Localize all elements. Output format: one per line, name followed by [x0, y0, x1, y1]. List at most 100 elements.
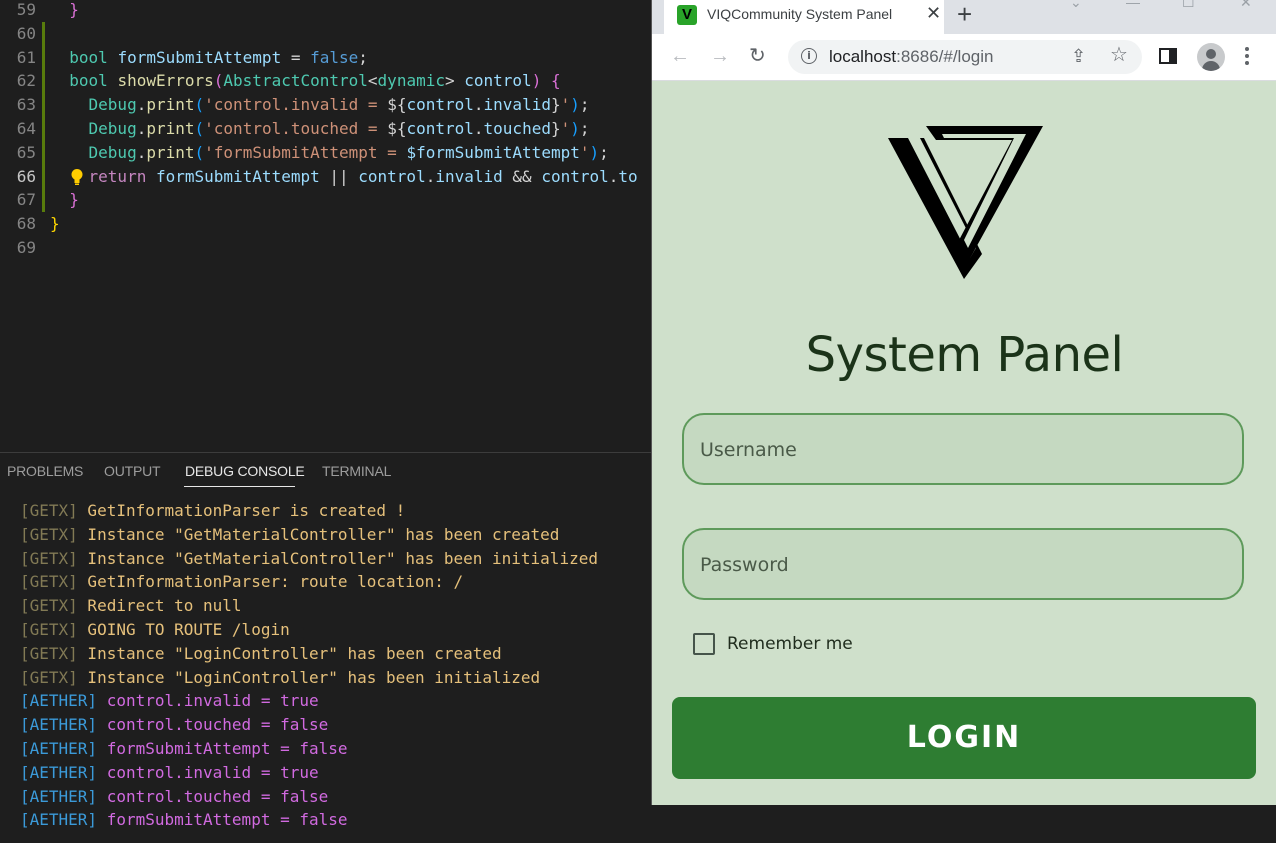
code-text: return formSubmitAttempt || control.inva… — [50, 165, 638, 189]
console-line: [GETX] GetInformationParser is created ! — [20, 499, 405, 523]
code-line[interactable]: 68} — [0, 212, 652, 236]
code-line[interactable]: 66 return formSubmitAttempt || control.i… — [0, 164, 652, 189]
share-icon[interactable]: ⇪ — [1071, 46, 1086, 66]
git-change-marker — [42, 45, 45, 70]
code-line[interactable]: 61 bool formSubmitAttempt = false; — [0, 45, 652, 70]
code-token: print — [146, 119, 195, 138]
remember-me-label[interactable]: Remember me — [727, 634, 853, 654]
log-message: Instance "LoginController" has been crea… — [77, 643, 502, 663]
menu-icon[interactable] — [1245, 47, 1249, 68]
console-line: [AETHER] control.invalid = true — [20, 761, 319, 785]
password-field[interactable] — [682, 528, 1244, 600]
console-line: [GETX] Instance "LoginController" has be… — [20, 666, 540, 690]
info-icon[interactable]: i — [801, 48, 817, 64]
code-token: control — [541, 166, 609, 186]
console-line: [GETX] Instance "GetMaterialController" … — [20, 523, 559, 547]
code-line[interactable]: 63 Debug.print('control.invalid = ${cont… — [0, 93, 652, 118]
code-line[interactable]: 65 Debug.print('formSubmitAttempt = $for… — [0, 140, 652, 165]
code-token: invalid — [483, 95, 551, 115]
code-line[interactable]: 67 } — [0, 188, 652, 213]
code-text: Debug.print('formSubmitAttempt = $formSu… — [50, 141, 609, 165]
address-bar[interactable]: i localhost:8686/#/login ⇪ ☆ — [788, 40, 1142, 74]
side-panel-icon[interactable] — [1159, 47, 1177, 69]
tab-terminal[interactable]: TERMINAL — [322, 463, 391, 479]
code-line[interactable]: 60 — [0, 21, 652, 46]
code-editor[interactable]: 59 } 60 61 bool formSubmitAttempt = false;… — [0, 0, 652, 452]
tab-debug-console[interactable]: DEBUG CONSOLE — [185, 463, 305, 479]
code-token: } — [550, 119, 561, 138]
code-token: showErrors — [117, 71, 214, 91]
maximize-icon[interactable]: ☐ — [1182, 0, 1195, 11]
username-field[interactable] — [682, 413, 1244, 485]
code-text: bool formSubmitAttempt = false; — [50, 46, 368, 70]
code-token: ( — [194, 95, 205, 115]
password-input[interactable] — [698, 530, 1232, 600]
code-token: control — [464, 71, 532, 91]
code-token: { — [550, 71, 561, 91]
login-button[interactable]: LOGIN — [672, 697, 1256, 779]
url-text[interactable]: localhost:8686/#/login — [829, 47, 993, 67]
profile-icon[interactable] — [1197, 43, 1225, 71]
minimize-icon[interactable]: — — [1126, 0, 1140, 10]
code-token: ; — [579, 95, 590, 115]
close-tab-icon[interactable]: ✕ — [926, 3, 941, 24]
code-token: 'formSubmitAttempt = — [204, 142, 407, 162]
code-token: dynamic — [377, 71, 445, 91]
code-line[interactable]: 59 } — [0, 0, 652, 22]
tab-search-icon[interactable]: ⌄ — [1070, 0, 1082, 11]
console-line: [GETX] Instance "GetMaterialController" … — [20, 547, 598, 571]
code-token: touched — [483, 119, 551, 138]
code-token: formSubmitAttempt — [155, 166, 320, 186]
code-token: } — [550, 95, 561, 115]
code-token: $formSubmitAttempt — [406, 142, 580, 162]
log-message: control.invalid = true — [97, 762, 319, 782]
code-token: ( — [194, 142, 205, 162]
code-token: || — [319, 166, 359, 186]
code-token: . — [473, 95, 484, 115]
back-icon[interactable]: ← — [670, 46, 690, 66]
tab-title: VIQCommunity System Panel — [707, 6, 893, 22]
code-token: bool — [69, 71, 118, 91]
code-token: ( — [194, 119, 205, 138]
code-text: Debug.print('control.touched = ${control… — [50, 117, 590, 141]
line-number: 59 — [16, 0, 36, 19]
log-tag: [AETHER] — [20, 739, 98, 758]
console-line: [GETX] GetInformationParser: route locat… — [20, 570, 463, 594]
reload-icon[interactable]: ↻ — [749, 46, 766, 66]
log-tag: [GETX] — [20, 596, 78, 616]
git-change-marker — [42, 117, 45, 141]
log-message: Instance "GetMaterialController" has bee… — [77, 524, 560, 544]
log-message: Redirect to null — [77, 596, 242, 616]
code-token: . — [136, 95, 147, 115]
code-line[interactable]: 62 bool showErrors(AbstractControl<dynam… — [0, 69, 652, 94]
username-input[interactable] — [698, 415, 1232, 485]
forward-icon[interactable]: → — [710, 46, 730, 66]
code-token: ' — [560, 95, 571, 115]
tab-output[interactable]: OUTPUT — [104, 463, 161, 479]
console-line: [AETHER] control.touched = false — [20, 713, 328, 737]
console-line: [GETX] Instance "LoginController" has be… — [20, 642, 502, 666]
browser-tab[interactable]: V VIQCommunity System Panel ✕ — [664, 0, 944, 34]
code-line[interactable]: 64 Debug.print('control.touched = ${cont… — [0, 117, 652, 141]
code-text: } — [50, 0, 79, 22]
code-token: = — [281, 47, 311, 67]
remember-me-checkbox[interactable] — [693, 633, 715, 655]
code-token: 'control.invalid = — [204, 95, 388, 115]
line-number: 69 — [16, 238, 36, 257]
code-token: ' — [560, 119, 571, 138]
code-token: < — [367, 71, 378, 91]
log-tag: [GETX] — [20, 501, 78, 520]
star-icon[interactable]: ☆ — [1110, 45, 1128, 65]
window-close-icon[interactable]: ✕ — [1240, 0, 1252, 11]
code-text: Debug.print('control.invalid = ${control… — [50, 93, 590, 117]
code-token: ${ — [387, 95, 407, 115]
log-message: control.touched = false — [97, 786, 329, 806]
code-line[interactable]: 69 — [0, 236, 652, 260]
code-token: . — [425, 166, 436, 186]
code-token: > — [444, 71, 465, 91]
new-tab-icon[interactable]: + — [957, 0, 972, 28]
tab-problems[interactable]: PROBLEMS — [7, 463, 83, 479]
